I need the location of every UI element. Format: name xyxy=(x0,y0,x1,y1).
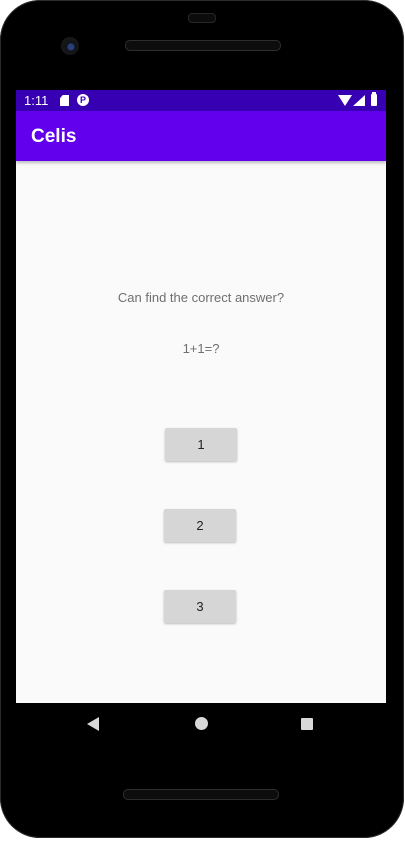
bottom-speaker xyxy=(123,789,279,800)
answer-button-2[interactable]: 2 xyxy=(164,509,236,542)
app-bar: Celis xyxy=(16,111,386,161)
problem-text: 1+1=? xyxy=(182,341,220,356)
app-title: Celis xyxy=(31,126,77,147)
status-bar: 1:11 P xyxy=(16,90,386,111)
recents-icon[interactable] xyxy=(301,718,313,730)
question-text: Can find the correct answer? xyxy=(117,290,285,305)
answer-button-1[interactable]: 1 xyxy=(165,428,237,461)
navigation-bar xyxy=(16,703,386,747)
sd-card-icon xyxy=(60,95,69,106)
status-time: 1:11 xyxy=(24,93,49,108)
signal-icon xyxy=(353,95,365,106)
home-icon[interactable] xyxy=(195,717,208,730)
earpiece-speaker xyxy=(125,40,281,51)
screen: 1:11 P Celis Can find the correct answer… xyxy=(16,90,386,703)
front-camera xyxy=(61,37,79,55)
battery-icon xyxy=(371,92,377,106)
p-notification-icon: P xyxy=(77,94,89,106)
back-icon[interactable] xyxy=(87,717,99,731)
answer-button-3[interactable]: 3 xyxy=(164,590,236,623)
wifi-icon xyxy=(338,95,352,106)
top-sensor xyxy=(188,13,216,23)
phone-frame: 1:11 P Celis Can find the correct answer… xyxy=(0,0,404,838)
